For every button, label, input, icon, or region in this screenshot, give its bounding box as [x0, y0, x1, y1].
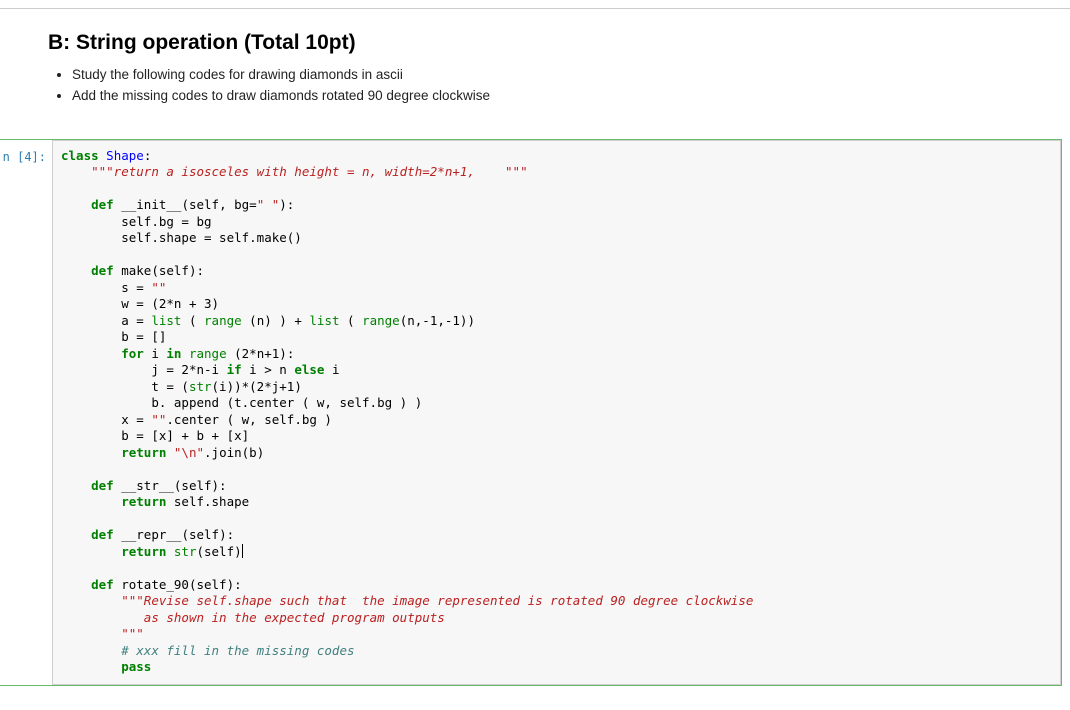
- list-item: Study the following codes for drawing di…: [72, 65, 1022, 86]
- instruction-list: Study the following codes for drawing di…: [48, 65, 1022, 107]
- input-prompt-area: n [4]:: [0, 140, 52, 685]
- markdown-cell: B: String operation (Total 10pt) Study t…: [0, 9, 1070, 123]
- code-editor[interactable]: class Shape: """return a isosceles with …: [52, 140, 1061, 685]
- code-column: class Shape: """return a isosceles with …: [52, 140, 1061, 685]
- input-prompt-label: n [4]:: [3, 150, 46, 164]
- code-content[interactable]: class Shape: """return a isosceles with …: [61, 148, 1052, 676]
- code-cell: n [4]: class Shape: """return a isoscele…: [0, 139, 1062, 686]
- text-cursor: [242, 544, 243, 558]
- section-heading: B: String operation (Total 10pt): [48, 31, 1022, 55]
- list-item: Add the missing codes to draw diamonds r…: [72, 86, 1022, 107]
